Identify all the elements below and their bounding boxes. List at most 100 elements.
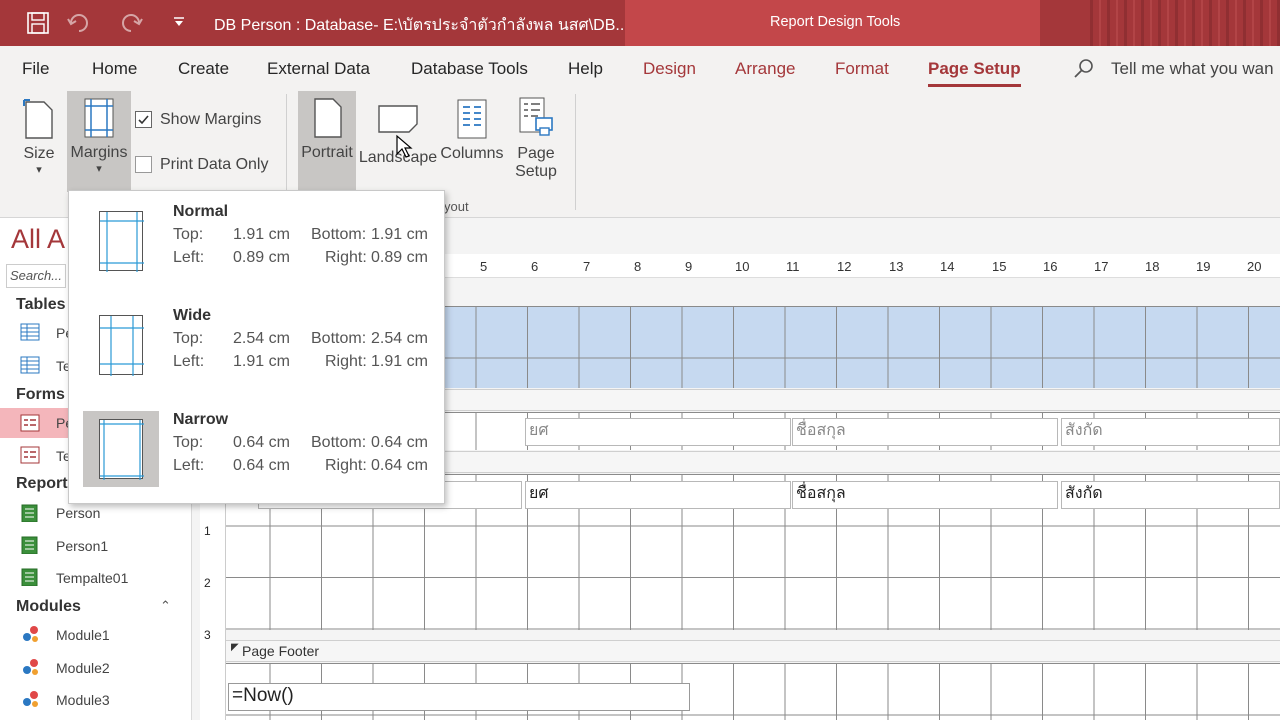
- margins-icon: [84, 98, 114, 138]
- window-title: DB Person : Database- E:\บัตรประจำตัวกำล…: [214, 17, 629, 34]
- tab-page-setup[interactable]: Page Setup: [928, 59, 1021, 87]
- columns-button[interactable]: Columns: [440, 94, 504, 190]
- top-label: Top:: [173, 330, 204, 347]
- nav-item-report[interactable]: Person: [56, 505, 100, 521]
- mouse-cursor-icon: [396, 134, 413, 158]
- collapse-group-icon[interactable]: ⌃: [160, 598, 171, 614]
- left-value: 1.91 cm: [233, 353, 290, 370]
- tab-home[interactable]: Home: [92, 59, 137, 79]
- undo-icon[interactable]: [66, 11, 92, 35]
- bottom-label: Bottom:: [311, 330, 367, 347]
- bottom-value: 1.91 cm: [371, 226, 428, 243]
- margin-option-wide[interactable]: Wide Top: 2.54 cm Bottom: 2.54 cm Left: …: [83, 307, 433, 393]
- module-icon: [23, 626, 38, 642]
- checkmark-icon: [138, 115, 149, 125]
- rank-textbox[interactable]: ยศ: [525, 481, 791, 509]
- page-setup-label-2: Setup: [515, 163, 557, 180]
- columns-label: Columns: [440, 145, 504, 162]
- margin-option-normal[interactable]: Normal Top: 1.91 cm Bottom: 1.91 cm Left…: [83, 203, 433, 289]
- module-icon: [23, 659, 38, 675]
- size-button[interactable]: Size ▾: [14, 94, 64, 190]
- print-data-only-checkbox[interactable]: [135, 156, 152, 173]
- tab-design[interactable]: Design: [643, 59, 696, 79]
- contextual-tab-group: Report Design Tools: [625, 0, 1040, 46]
- nav-item-report[interactable]: Person1: [56, 538, 108, 554]
- nav-group-reports[interactable]: Report: [16, 475, 68, 493]
- tell-me-box[interactable]: Tell me what you wan: [1111, 59, 1274, 79]
- bottom-value: 2.54 cm: [371, 330, 428, 347]
- rank-label[interactable]: ยศ: [525, 418, 791, 446]
- table-icon: [20, 356, 40, 374]
- wide-margins-icon: [83, 307, 159, 383]
- nav-search-input[interactable]: Search...: [6, 264, 66, 288]
- nav-item-module[interactable]: Module2: [56, 660, 110, 676]
- module-icon: [23, 691, 38, 707]
- landscape-icon: [378, 105, 418, 133]
- page-footer-bar[interactable]: ◤ Page Footer: [226, 640, 1280, 662]
- tab-create[interactable]: Create: [178, 59, 229, 79]
- tab-file[interactable]: File: [22, 59, 49, 79]
- tab-database-tools[interactable]: Database Tools: [411, 59, 528, 79]
- nav-group-modules[interactable]: Modules: [16, 598, 81, 616]
- unit-label[interactable]: สังกัด: [1061, 418, 1280, 446]
- ruler-tick-label: 16: [1043, 259, 1058, 274]
- portrait-button[interactable]: Portrait: [298, 91, 356, 192]
- page-footer-label: Page Footer: [242, 643, 320, 659]
- normal-margins-icon: [83, 203, 159, 279]
- search-icon: [1074, 59, 1093, 78]
- tab-arrange[interactable]: Arrange: [735, 59, 795, 79]
- title-bar: DB Person : Database- E:\บัตรประจำตัวกำล…: [0, 0, 1280, 46]
- left-value: 0.89 cm: [233, 249, 290, 266]
- page-setup-button[interactable]: Page Setup: [510, 94, 562, 190]
- left-value: 0.64 cm: [233, 457, 290, 474]
- surname-label[interactable]: ชื่อสกุล: [792, 418, 1058, 446]
- margins-button[interactable]: Margins ▾: [67, 91, 131, 192]
- tab-external-data[interactable]: External Data: [267, 59, 370, 79]
- tab-format[interactable]: Format: [835, 59, 889, 79]
- nav-item-module[interactable]: Module3: [56, 692, 110, 708]
- top-value: 1.91 cm: [233, 226, 290, 243]
- now-textbox[interactable]: =Now(): [228, 683, 690, 711]
- bottom-label: Bottom:: [311, 226, 367, 243]
- margin-option-narrow[interactable]: Narrow Top: 0.64 cm Bottom: 0.64 cm Left…: [83, 411, 433, 497]
- right-value: 1.91 cm: [371, 353, 428, 370]
- surname-textbox[interactable]: ชื่อสกุล: [792, 481, 1058, 509]
- chevron-down-icon: ▾: [36, 164, 42, 176]
- margins-label: Margins: [70, 144, 128, 161]
- ruler-tick-label: 9: [685, 259, 693, 274]
- show-margins-checkbox[interactable]: [135, 111, 152, 128]
- nav-group-tables[interactable]: Tables: [16, 296, 66, 314]
- portrait-icon: [314, 98, 342, 138]
- ruler-tick-label: 10: [735, 259, 750, 274]
- unit-textbox[interactable]: สังกัด: [1061, 481, 1280, 509]
- ruler-tick-label: 6: [531, 259, 539, 274]
- ruler-tick-label: 11: [786, 259, 800, 274]
- top-value: 2.54 cm: [233, 330, 290, 347]
- title-decoration: [1090, 0, 1280, 46]
- right-label: Right:: [325, 457, 367, 474]
- form-icon: [20, 446, 40, 464]
- save-icon[interactable]: [26, 11, 50, 35]
- top-label: Top:: [173, 434, 204, 451]
- ruler-tick-label: 1: [204, 524, 211, 538]
- nav-item-module[interactable]: Module1: [56, 627, 110, 643]
- page-size-icon: [23, 99, 53, 139]
- nav-item-report[interactable]: Tempalte01: [56, 570, 128, 586]
- ribbon-tabs: File Home Create External Data Database …: [0, 46, 1280, 90]
- section-arrow-icon: ◤: [231, 642, 239, 653]
- show-margins-label: Show Margins: [160, 111, 262, 128]
- right-value: 0.64 cm: [371, 457, 428, 474]
- page-setup-label-1: Page: [517, 145, 555, 162]
- tab-help[interactable]: Help: [568, 59, 603, 79]
- bottom-label: Bottom:: [311, 434, 367, 451]
- ruler-tick-label: 12: [837, 259, 852, 274]
- right-label: Right:: [325, 249, 367, 266]
- nav-group-forms[interactable]: Forms: [16, 386, 65, 404]
- customize-toolbar-icon[interactable]: [172, 16, 186, 28]
- report-icon: [21, 536, 38, 554]
- ruler-tick-label: 5: [480, 259, 488, 274]
- page-setup-icon: [519, 97, 553, 136]
- option-name: Normal: [173, 203, 229, 220]
- redo-icon[interactable]: [118, 11, 144, 35]
- nav-pane-title[interactable]: All A: [11, 224, 65, 255]
